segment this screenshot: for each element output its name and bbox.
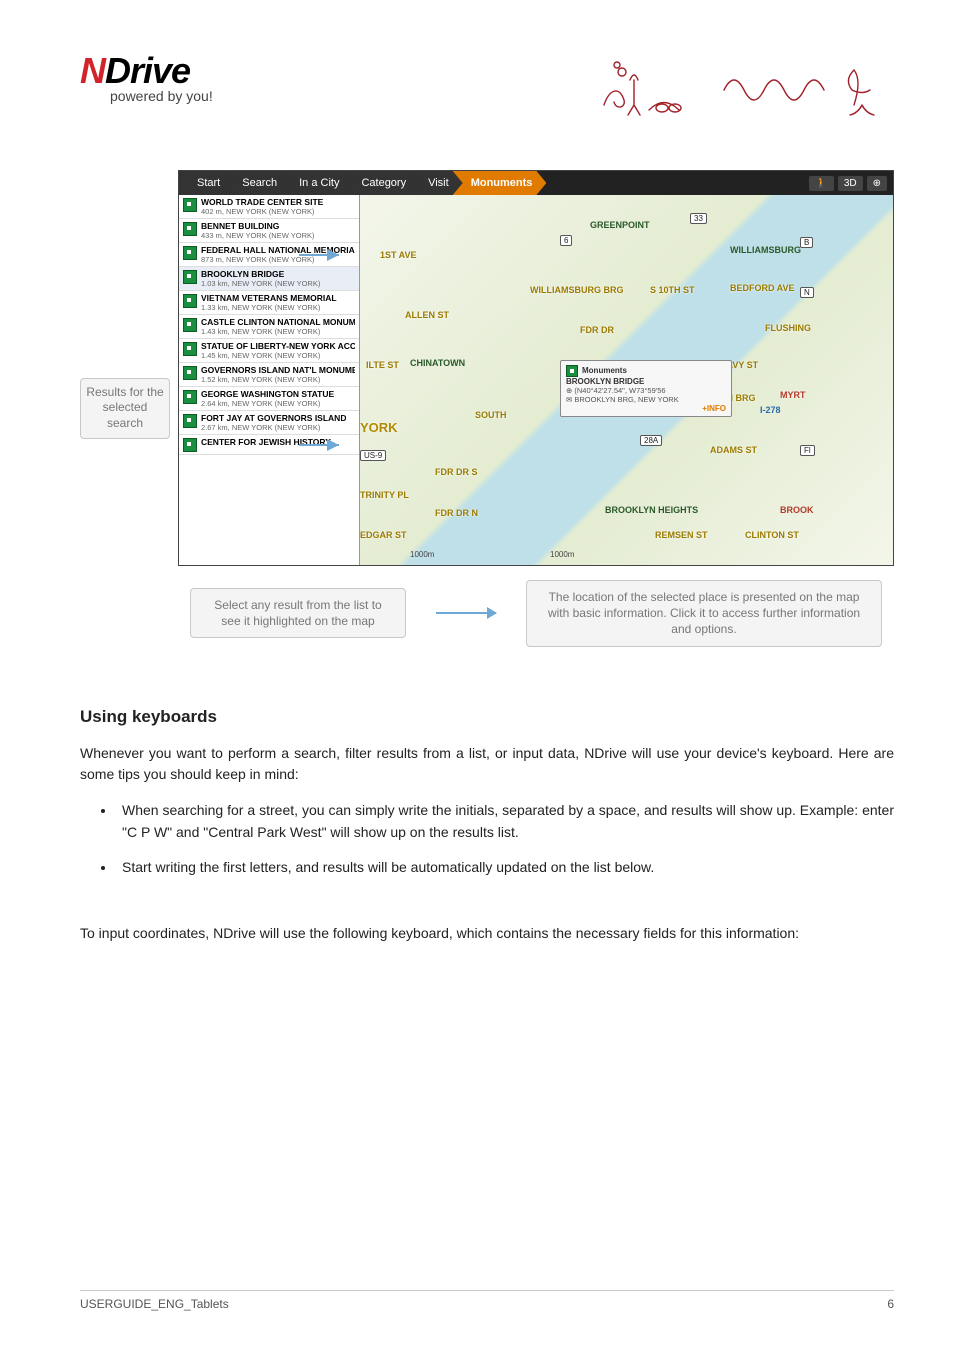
map-label: 1ST AVE: [380, 250, 417, 260]
place-info-card[interactable]: Monuments BROOKLYN BRIDGE ⊕ (N40°42'27.5…: [560, 360, 732, 417]
list-item[interactable]: STATUE OF LIBERTY-NEW YORK ACC1.45 km, N…: [179, 339, 359, 363]
3d-toggle[interactable]: 3D: [838, 176, 863, 191]
poi-icon: [566, 365, 578, 377]
locate-icon[interactable]: ⊕: [867, 176, 887, 191]
place-coords: ⊕ (N40°42'27.54", W73°59'56: [566, 386, 726, 395]
poi-icon: [183, 246, 197, 260]
map-label: SOUTH: [475, 410, 507, 420]
crumb-search[interactable]: Search: [224, 171, 291, 195]
results-label-box: Results for the selected search: [80, 378, 170, 439]
intro-paragraph: Whenever you want to perform a search, f…: [80, 743, 894, 786]
logo-letter-n: N: [80, 50, 105, 91]
page-footer: USERGUIDE_ENG_Tablets 6: [80, 1290, 894, 1311]
list-item[interactable]: VIETNAM VETERANS MEMORIAL1.33 km, NEW YO…: [179, 291, 359, 315]
map-label: WILLIAMSBURG: [730, 245, 801, 255]
crumb-category[interactable]: Category: [343, 171, 420, 195]
route-shield: 28A: [640, 435, 662, 446]
map-label: CHINATOWN: [410, 358, 465, 368]
map-label: FLUSHING: [765, 323, 811, 333]
place-category: Monuments: [582, 366, 627, 375]
map-label: BROOKLYN HEIGHTS: [605, 505, 698, 515]
map-label: WILLIAMSBURG BRG: [530, 285, 624, 295]
map-view[interactable]: GREENPOINT 1ST AVE WILLIAMSBURG WILLIAMS…: [360, 195, 893, 565]
logo-brand-rest: Drive: [105, 50, 190, 91]
list-item[interactable]: BROOKLYN BRIDGE1.03 km, NEW YORK (NEW YO…: [179, 267, 359, 291]
route-shield: US-9: [360, 450, 386, 461]
map-label: FDR DR: [580, 325, 614, 335]
tips-list: When searching for a street, you can sim…: [116, 800, 894, 893]
map-label: ALLEN ST: [405, 310, 449, 320]
callout-right: The location of the selected place is pr…: [526, 580, 882, 647]
map-label: YORK: [360, 420, 398, 435]
poi-icon: [183, 198, 197, 212]
route-shield: N: [800, 287, 814, 298]
results-list[interactable]: WORLD TRADE CENTER SITE402 m, NEW YORK (…: [179, 195, 360, 565]
walk-icon[interactable]: 🚶: [809, 176, 833, 191]
place-address: ✉ BROOKLYN BRG, NEW YORK: [566, 395, 726, 404]
map-label: REMSEN ST: [655, 530, 708, 540]
map-label: CLINTON ST: [745, 530, 799, 540]
list-item[interactable]: GOVERNORS ISLAND NAT'L MONUMEN1.52 km, N…: [179, 363, 359, 387]
poi-icon: [183, 270, 197, 284]
route-shield: B: [800, 237, 813, 248]
map-label: BROOK: [780, 505, 814, 515]
list-item[interactable]: CASTLE CLINTON NATIONAL MONUM1.43 km, NE…: [179, 315, 359, 339]
map-label: FDR DR S: [435, 467, 478, 477]
map-label: S 10TH ST: [650, 285, 695, 295]
map-label: TRINITY PL: [360, 490, 409, 500]
map-label: FDR DR N: [435, 508, 478, 518]
logo: NDrive powered by you!: [80, 50, 260, 130]
footer-page-number: 6: [887, 1297, 894, 1311]
map-label: EDGAR ST: [360, 530, 407, 540]
map-label: ILTE ST: [366, 360, 399, 370]
poi-icon: [183, 294, 197, 308]
map-label: MYRT: [780, 390, 806, 400]
list-item[interactable]: FORT JAY AT GOVERNORS ISLAND2.67 km, NEW…: [179, 411, 359, 435]
list-item[interactable]: WORLD TRADE CENTER SITE402 m, NEW YORK (…: [179, 195, 359, 219]
crumb-in-a-city[interactable]: In a City: [281, 171, 353, 195]
tip-item: Start writing the first letters, and res…: [116, 857, 894, 879]
route-shield: 6: [560, 235, 572, 246]
poi-icon: [183, 390, 197, 404]
callout-row: Select any result from the list to see i…: [178, 580, 894, 647]
arrow-right-icon: [436, 612, 496, 614]
map-label: BEDFORD AVE: [730, 283, 795, 293]
scale-bar: 1000m: [410, 550, 434, 559]
footer-doc-name: USERGUIDE_ENG_Tablets: [80, 1297, 229, 1311]
poi-icon: [183, 222, 197, 236]
place-name: BROOKLYN BRIDGE: [566, 377, 726, 386]
coord-paragraph: To input coordinates, NDrive will use th…: [80, 923, 894, 945]
poi-icon: [183, 438, 197, 452]
poi-icon: [183, 318, 197, 332]
screenshot-figure: Results for the selected search Start Se…: [80, 170, 894, 647]
poi-icon: [183, 342, 197, 356]
tip-item: When searching for a street, you can sim…: [116, 800, 894, 843]
page-header: NDrive powered by you!: [80, 50, 894, 130]
callout-left: Select any result from the list to see i…: [190, 588, 406, 638]
map-label: ADAMS ST: [710, 445, 757, 455]
poi-icon: [183, 414, 197, 428]
list-item[interactable]: CENTER FOR JEWISH HISTORY: [179, 435, 359, 455]
list-item[interactable]: FEDERAL HALL NATIONAL MEMORIAL873 m, NEW…: [179, 243, 359, 267]
breadcrumb-bar: Start Search In a City Category Visit Mo…: [179, 171, 893, 195]
app-window: Start Search In a City Category Visit Mo…: [178, 170, 894, 566]
scale-bar: 1000m: [550, 550, 574, 559]
list-item[interactable]: GEORGE WASHINGTON STATUE2.64 km, NEW YOR…: [179, 387, 359, 411]
header-doodle: [594, 50, 894, 120]
crumb-start[interactable]: Start: [179, 171, 234, 195]
map-label: GREENPOINT: [590, 220, 650, 230]
place-info-link[interactable]: +INFO: [566, 404, 726, 413]
map-label: I-278: [760, 405, 781, 415]
route-shield: 33: [690, 213, 707, 224]
logo-tagline: powered by you!: [110, 88, 260, 104]
section-title: Using keyboards: [80, 707, 894, 727]
poi-icon: [183, 366, 197, 380]
route-shield: Fl: [800, 445, 815, 456]
list-item[interactable]: BENNET BUILDING433 m, NEW YORK (NEW YORK…: [179, 219, 359, 243]
crumb-monuments[interactable]: Monuments: [453, 171, 547, 195]
